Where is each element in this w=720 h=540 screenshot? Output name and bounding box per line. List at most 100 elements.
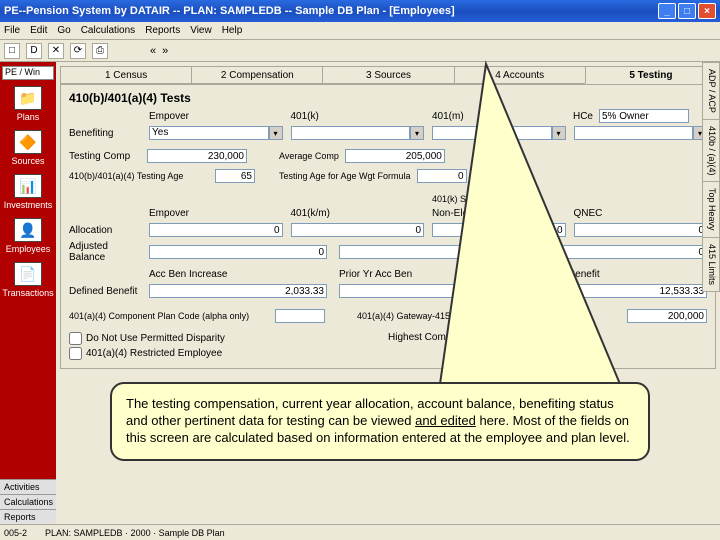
check-disparity[interactable]: Do Not Use Permitted Disparity: [69, 332, 388, 345]
sidebar-label-plans: Plans: [17, 112, 40, 122]
sidebar-label-transactions: Transactions: [2, 288, 53, 298]
sources-icon: 🔶: [14, 130, 42, 154]
menu-go[interactable]: Go: [57, 25, 70, 36]
hdr-prior-accben: Prior Yr Acc Ben: [339, 269, 517, 280]
toolbar-delete-icon[interactable]: ✕: [48, 43, 64, 59]
sh-hdr-nonelective: Non-Elective: [432, 208, 566, 219]
hdr-empover: Empover: [149, 111, 283, 122]
menu-view[interactable]: View: [190, 25, 212, 36]
check-highest-comp[interactable]: Highest Compensation from Curr or Prior …: [388, 332, 707, 343]
benefiting-401m[interactable]: ▾: [432, 126, 566, 140]
testing-age-formula-field[interactable]: [417, 169, 467, 183]
sidebar-item-employees[interactable]: 👤 Employees: [0, 218, 56, 254]
hdr-401m: 401(m): [432, 111, 566, 122]
right-tabs: ADP / ACP 410b / (a)(4) Top Heavy 415 Li…: [702, 62, 720, 291]
close-button[interactable]: ×: [698, 3, 716, 19]
hce-field[interactable]: [599, 109, 689, 123]
section-title: 410(b)/401(a)(4) Tests: [69, 91, 707, 105]
avg-comp-field[interactable]: [345, 149, 445, 163]
sidebar-bottom-reports[interactable]: Reports: [0, 509, 56, 524]
allocation-401km[interactable]: [291, 223, 425, 237]
sidebar-bottom-calculations[interactable]: Calculations: [0, 494, 56, 509]
adjusted-v2[interactable]: [339, 245, 517, 259]
sidebar-item-plans[interactable]: 📁 Plans: [0, 86, 56, 122]
adjusted-v3[interactable]: [529, 245, 707, 259]
comp-plan-field[interactable]: [275, 309, 325, 323]
window-titlebar: PE--Pension System by DATAIR -- PLAN: SA…: [0, 0, 720, 22]
toolbar-open-icon[interactable]: D: [26, 43, 42, 59]
testing-age-label: 410(b)/401(a)(4) Testing Age: [69, 171, 209, 181]
tab-sources[interactable]: 3 Sources: [322, 66, 454, 84]
status-left: 005-2: [4, 528, 27, 538]
defined-benefit-label: Defined Benefit: [69, 286, 141, 297]
hdr-401k: 401(k): [291, 111, 425, 122]
tab-accounts[interactable]: 4 Accounts: [454, 66, 586, 84]
benefiting-extra[interactable]: ▾: [574, 126, 708, 140]
testing-age-field[interactable]: [215, 169, 255, 183]
sh-hdr-401km: 401(k/m): [291, 208, 425, 219]
chevron-down-icon: ▾: [552, 126, 566, 140]
chevron-down-icon: ▾: [269, 126, 283, 140]
toolbar-new-icon[interactable]: □: [4, 43, 20, 59]
benefiting-empover[interactable]: Yes▾: [149, 126, 283, 140]
testing-comp-field[interactable]: [147, 149, 247, 163]
hce-label: HCe: [573, 111, 593, 122]
sidebar-label-investments: Investments: [4, 200, 53, 210]
rtab-adp[interactable]: ADP / ACP: [702, 62, 720, 120]
sidebar: PE / Win 📁 Plans 🔶 Sources 📊 Investments…: [0, 62, 56, 524]
rtab-415[interactable]: 415 Limits: [702, 237, 720, 292]
sidebar-item-investments[interactable]: 📊 Investments: [0, 174, 56, 210]
menu-reports[interactable]: Reports: [145, 25, 180, 36]
sidebar-bottom-activities[interactable]: Activities: [0, 479, 56, 494]
nav-prev-button[interactable]: «: [150, 45, 156, 57]
allocation-label: Allocation: [69, 225, 141, 236]
tab-compensation[interactable]: 2 Compensation: [191, 66, 323, 84]
allocation-qnec[interactable]: [574, 223, 708, 237]
sidebar-label-employees: Employees: [6, 244, 51, 254]
defined-benefit-v2[interactable]: [339, 284, 517, 298]
allocation-nonelective[interactable]: [432, 223, 566, 237]
employees-icon: 👤: [14, 218, 42, 242]
safe-harbor-header: 401(k) Safe Harbor: [432, 194, 566, 204]
callout-bubble: The testing compensation, current year a…: [110, 382, 650, 461]
sidebar-top-field[interactable]: PE / Win: [2, 66, 54, 80]
toolbar: □ D ✕ ⟳ ⎙ « »: [0, 40, 720, 62]
benefiting-401k[interactable]: ▾: [291, 126, 425, 140]
menu-calculations[interactable]: Calculations: [81, 25, 135, 36]
menu-edit[interactable]: Edit: [30, 25, 47, 36]
testing-age-formula-label: Testing Age for Age Wgt Formula: [279, 171, 411, 181]
hdr-accrued-benefit: Accrued Benefit: [529, 269, 707, 280]
defined-benefit-v3[interactable]: [529, 284, 707, 298]
minimize-button[interactable]: _: [658, 3, 676, 19]
status-right: PLAN: SAMPLEDB · 2000 · Sample DB Plan: [45, 528, 225, 538]
gateway-label: 401(a)(4) Gateway-415(c)(3) Compens: [357, 311, 513, 321]
rtab-410b[interactable]: 410b / (a)(4): [702, 119, 720, 183]
menu-bar: File Edit Go Calculations Reports View H…: [0, 22, 720, 40]
menu-file[interactable]: File: [4, 25, 20, 36]
allocation-empover[interactable]: [149, 223, 283, 237]
tab-testing[interactable]: 5 Testing: [585, 66, 717, 84]
sh-hdr-empover: Empover: [149, 208, 283, 219]
sidebar-label-sources: Sources: [11, 156, 44, 166]
plans-icon: 📁: [14, 86, 42, 110]
defined-benefit-v1[interactable]: [149, 284, 327, 298]
hdr-accben-inc: Acc Ben Increase: [149, 269, 327, 280]
tab-census[interactable]: 1 Census: [60, 66, 192, 84]
toolbar-refresh-icon[interactable]: ⟳: [70, 43, 86, 59]
gateway-field[interactable]: [627, 309, 707, 323]
avg-comp-label: Average Comp: [279, 151, 339, 161]
menu-help[interactable]: Help: [222, 25, 243, 36]
maximize-button[interactable]: □: [678, 3, 696, 19]
check-restricted[interactable]: 401(a)(4) Restricted Employee: [69, 347, 388, 360]
investments-icon: 📊: [14, 174, 42, 198]
callout-text-underline: and edited: [415, 413, 476, 428]
nav-next-button[interactable]: »: [162, 45, 168, 57]
rtab-topheavy[interactable]: Top Heavy: [702, 181, 720, 238]
window-title: PE--Pension System by DATAIR -- PLAN: SA…: [4, 5, 658, 17]
sh-hdr-qnec: QNEC: [574, 208, 708, 219]
adjusted-v1[interactable]: [149, 245, 327, 259]
transactions-icon: 📄: [14, 262, 42, 286]
toolbar-print-icon[interactable]: ⎙: [92, 43, 108, 59]
sidebar-item-transactions[interactable]: 📄 Transactions: [0, 262, 56, 298]
sidebar-item-sources[interactable]: 🔶 Sources: [0, 130, 56, 166]
